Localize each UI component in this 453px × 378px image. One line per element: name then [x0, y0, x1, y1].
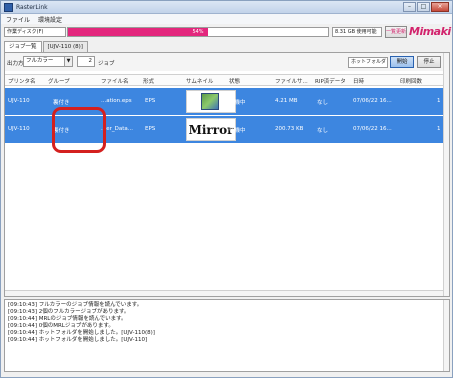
job-count: 2 [77, 56, 95, 67]
cell-print-count: 1 [437, 98, 441, 104]
output-method-value: フルカラー [26, 58, 54, 64]
cell-format: EPS [145, 126, 156, 132]
app-icon [4, 3, 13, 12]
cell-rip-data: なし [317, 100, 329, 106]
job-count-unit: ジョブ [98, 61, 115, 67]
window-controls: – □ × [403, 2, 449, 13]
disk-free-space: 8.31 GB 使用可能 [332, 27, 382, 37]
disk-label: 作業ディスク(F) [4, 27, 66, 37]
log-panel: [09:10:43] フルカラーのジョブ情報を読んでいます。 [09:10:43… [4, 299, 450, 372]
cell-filesize: 200.73 KB [275, 126, 304, 132]
window-title: RasterLink [16, 4, 48, 11]
output-method-select[interactable]: フルカラー ▼ [23, 56, 73, 67]
thumbnail-text: Mirror [188, 123, 234, 137]
log-line: [09:10:43] フルカラーのジョブ情報を読んでいます。 [8, 302, 143, 308]
hotfolder-label: ホットフォルダ [348, 57, 388, 68]
log-line: [09:10:44] ホットフォルダを開始しました。[UJV-110(8)] [8, 330, 155, 336]
disk-usage-percent: 54% [192, 29, 204, 35]
log-line: [09:10:43] 2個のフルカラージョブがあります。 [8, 309, 130, 315]
column-format[interactable]: 形式 [143, 77, 154, 85]
close-button[interactable]: × [431, 2, 449, 12]
tab-bar: ジョブ一覧 [UJV-110 (8)] [4, 41, 89, 53]
cell-date: 07/06/22 16... [353, 126, 392, 132]
job-list-panel: 出力方法 フルカラー ▼ 2 ジョブ ホットフォルダ 開始 停止 プリンタ名 グ… [4, 52, 450, 297]
vertical-scrollbar[interactable] [443, 53, 449, 296]
group-column-highlight [52, 107, 106, 153]
rasterlink-window: RasterLink – □ × ファイル 環境設定 作業ディスク(F) 54%… [0, 0, 453, 378]
cell-filename: ...ation.eps [101, 98, 132, 104]
column-rip-data[interactable]: RIP済データ [315, 77, 346, 85]
hotfolder-stop-button[interactable]: 停止 [417, 56, 441, 68]
cell-rip-data: なし [317, 128, 329, 134]
cell-filesize: 4.21 MB [275, 98, 298, 104]
cell-group: 裏付き [53, 100, 70, 106]
mimaki-logo: Mimaki [409, 25, 451, 38]
column-thumbnail[interactable]: サムネイル [186, 77, 213, 85]
cell-status: 待機中 [229, 128, 246, 134]
title-bar: RasterLink – □ × [1, 1, 452, 14]
menu-bar: ファイル 環境設定 [1, 14, 452, 24]
cell-format: EPS [145, 98, 156, 104]
log-line: [09:10:44] ホットフォルダを開始しました。[UJV-110] [8, 337, 148, 343]
tab-printer-queue[interactable]: [UJV-110 (8)] [42, 41, 88, 52]
column-printer[interactable]: プリンタ名 [8, 77, 36, 85]
column-filesize[interactable]: ファイルサ... [275, 77, 308, 85]
column-print-count[interactable]: 印刷回数 [400, 77, 422, 85]
refresh-list-button[interactable]: 一覧更新 [385, 26, 407, 38]
log-line: [09:10:44] 0個のMRLジョブがあります。 [8, 323, 114, 329]
log-scrollbar[interactable] [443, 300, 449, 371]
minimize-button[interactable]: – [403, 2, 416, 12]
maximize-button[interactable]: □ [417, 2, 430, 12]
cell-date: 07/06/22 16... [353, 98, 392, 104]
disk-status-bar: 作業ディスク(F) 54% 8.31 GB 使用可能 一覧更新 Mimaki [4, 25, 451, 38]
column-status[interactable]: 状態 [229, 77, 240, 85]
menu-file[interactable]: ファイル [6, 15, 30, 24]
image-thumbnail-icon [201, 93, 219, 110]
menu-preferences[interactable]: 環境設定 [38, 15, 62, 24]
column-group[interactable]: グループ [48, 77, 70, 85]
column-date[interactable]: 日時 [353, 77, 364, 85]
cell-printer: UJV-110 [8, 98, 30, 104]
horizontal-scrollbar[interactable] [5, 290, 443, 296]
chevron-down-icon[interactable]: ▼ [64, 57, 72, 66]
disk-usage-bar: 54% [67, 27, 329, 37]
hotfolder-start-button[interactable]: 開始 [390, 56, 414, 68]
job-toolbar: 出力方法 フルカラー ▼ 2 ジョブ ホットフォルダ 開始 停止 [5, 53, 449, 71]
column-filename[interactable]: ファイル名 [101, 77, 129, 85]
cell-print-count: 1 [437, 126, 441, 132]
cell-status: 待機中 [229, 100, 246, 106]
job-table-header: プリンタ名 グループ ファイル名 形式 サムネイル 状態 ファイルサ... RI… [5, 74, 449, 86]
log-line: [09:10:44] MRLのジョブ情報を読んでいます。 [8, 316, 127, 322]
cell-printer: UJV-110 [8, 126, 30, 132]
